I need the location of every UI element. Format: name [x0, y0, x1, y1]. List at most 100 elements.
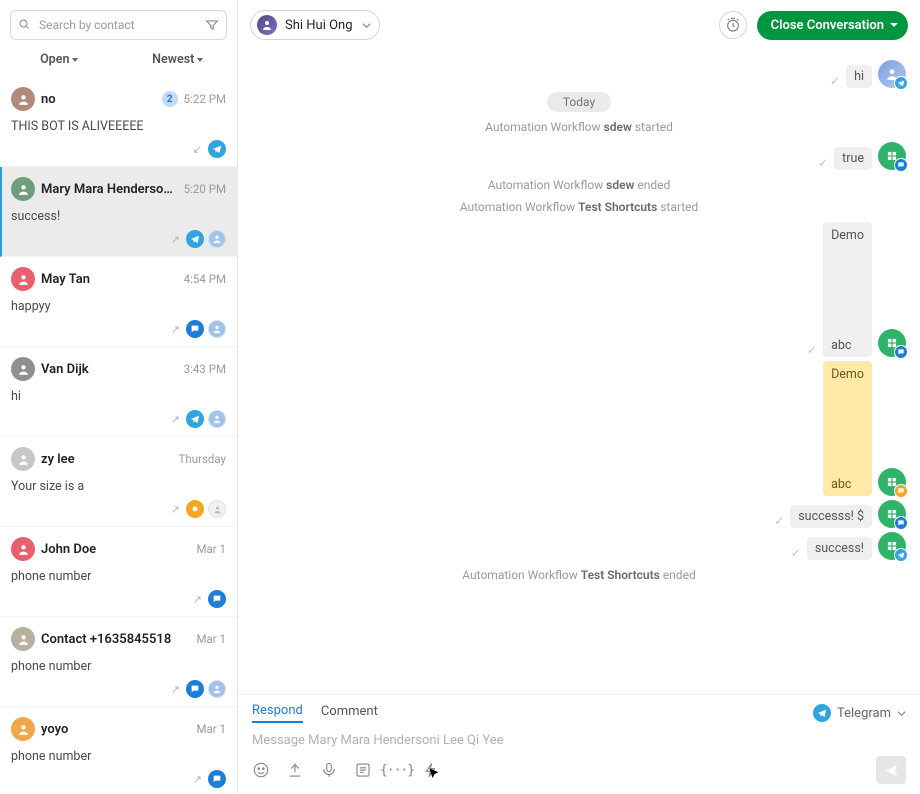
chevron-down-icon: [72, 58, 78, 62]
conversation-meta: ↙: [11, 140, 226, 158]
assignee-name: Shi Hui Ong: [285, 18, 353, 33]
message-row: ✓ success!: [252, 532, 906, 560]
conversation-item[interactable]: John Doe Mar 1 phone number ↗: [0, 527, 237, 617]
conversation-preview: Your size is a: [11, 479, 226, 494]
search-input[interactable]: [10, 10, 227, 40]
avatar: [11, 87, 35, 111]
message-bubble: Demo: [823, 361, 872, 472]
filter-open[interactable]: Open: [0, 52, 119, 67]
filter-newest[interactable]: Newest: [119, 52, 238, 67]
filter-icon[interactable]: [205, 18, 219, 32]
conversation-item[interactable]: Mary Mara Hendersoni Lee … 5:20 PM succe…: [0, 167, 237, 257]
conversation-time: Mar 1: [196, 542, 226, 556]
conversation-item[interactable]: no 2 5:22 PM THIS BOT IS ALIVEEEEE ↙: [0, 77, 237, 167]
tab-respond[interactable]: Respond: [252, 703, 303, 723]
conversation-name: John Doe: [41, 542, 190, 557]
direction-icon: ↗: [171, 503, 180, 516]
emoji-icon[interactable]: [252, 761, 270, 779]
template-icon[interactable]: [354, 761, 372, 779]
check-icon: ✓: [818, 156, 828, 170]
variable-icon[interactable]: {···}: [388, 761, 406, 779]
conversation-time: Mar 1: [196, 722, 226, 736]
attach-icon[interactable]: [286, 761, 304, 779]
conversation-name: May Tan: [41, 272, 178, 287]
action-icon[interactable]: [422, 761, 440, 779]
conversation-preview: phone number: [11, 749, 226, 764]
avatar: [11, 447, 35, 471]
check-icon: ✓: [774, 514, 784, 528]
avatar: [878, 500, 906, 528]
channel-name: Telegram: [837, 706, 891, 721]
check-icon: ✓: [807, 343, 817, 357]
message-bubble: Demo: [823, 222, 872, 333]
conversation-item[interactable]: yoyo Mar 1 phone number ↗: [0, 707, 237, 794]
telegram-icon: [208, 140, 226, 158]
conversation-meta: ↗: [11, 410, 226, 428]
direction-icon: ↗: [193, 593, 202, 606]
system-message: Automation Workflow Test Shortcuts start…: [252, 200, 906, 214]
message-bubble: hi: [846, 65, 872, 88]
system-message: Automation Workflow sdew ended: [252, 178, 906, 192]
tab-comment[interactable]: Comment: [321, 704, 378, 722]
conversation-time: Mar 1: [196, 632, 226, 646]
conversation-meta: ↗: [11, 500, 226, 518]
channel-picker[interactable]: Telegram: [813, 704, 906, 722]
direction-icon: ↗: [171, 413, 180, 426]
sms-icon: [894, 158, 908, 172]
avatar: [878, 142, 906, 170]
sms-icon: [208, 590, 226, 608]
assignee-avatar: [257, 15, 277, 35]
message-row: Demo abc: [252, 361, 906, 496]
conversation-list[interactable]: no 2 5:22 PM THIS BOT IS ALIVEEEEE ↙ Mar…: [0, 77, 237, 794]
direction-icon: ↙: [193, 143, 202, 156]
conversation-meta: ↗: [11, 590, 226, 608]
telegram-icon: [894, 548, 908, 562]
sms-icon: [186, 680, 204, 698]
message-bubble: success!: [807, 537, 872, 560]
message-row: ✓ true: [252, 142, 906, 170]
message-input[interactable]: [252, 731, 906, 748]
conversation-meta: ↗: [11, 230, 226, 248]
message-bubble: abc: [823, 472, 872, 496]
mic-icon[interactable]: [320, 761, 338, 779]
avatar: [11, 627, 35, 651]
assignee-picker[interactable]: Shi Hui Ong: [250, 10, 380, 40]
conversation-preview: hi: [11, 389, 226, 404]
conversation-item[interactable]: May Tan 4:54 PM happyy ↗: [0, 257, 237, 347]
message-row: ✓ Demo abc: [252, 222, 906, 357]
search-icon: [18, 18, 30, 30]
avatar: [878, 468, 906, 496]
avatar: [878, 329, 906, 357]
message-bubble: successs! $: [790, 505, 872, 528]
topbar: Shi Hui Ong Close Conversation: [238, 0, 920, 50]
conversation-item[interactable]: Contact +1635845518 Mar 1 phone number ↗: [0, 617, 237, 707]
conversation-time: 5:20 PM: [184, 182, 226, 196]
close-conversation-button[interactable]: Close Conversation: [757, 11, 908, 40]
conversation-item[interactable]: zy lee Thursday Your size is a ↗: [0, 437, 237, 527]
channel-icon: [894, 484, 908, 498]
conversation-time: 5:22 PM: [184, 92, 226, 106]
conversation-meta: ↗: [11, 320, 226, 338]
avatar: [11, 177, 35, 201]
message-bubble: abc: [823, 333, 872, 357]
conversation-name: no: [41, 92, 156, 107]
conversation-name: yoyo: [41, 722, 190, 737]
conversation-item[interactable]: Van Dijk 3:43 PM hi ↗: [0, 347, 237, 437]
direction-icon: ↗: [171, 683, 180, 696]
chat-scroll[interactable]: ✓ hi Today Automation Workflow sdew star…: [238, 50, 920, 694]
telegram-icon: [813, 704, 831, 722]
search-row: [0, 0, 237, 46]
filter-bar: Open Newest: [0, 46, 237, 77]
send-button[interactable]: [876, 756, 906, 784]
telegram-icon: [186, 230, 204, 248]
message-bubble: true: [834, 147, 872, 170]
check-icon: ✓: [791, 546, 801, 560]
date-separator: Today: [547, 92, 611, 112]
conversation-time: 3:43 PM: [184, 362, 226, 376]
check-icon: ✓: [830, 74, 840, 88]
system-message: Automation Workflow Test Shortcuts ended: [252, 568, 906, 582]
direction-icon: ↗: [193, 773, 202, 786]
conversation-name: Mary Mara Hendersoni Lee …: [41, 182, 178, 197]
snooze-button[interactable]: [719, 11, 747, 39]
direction-icon: ↗: [171, 323, 180, 336]
